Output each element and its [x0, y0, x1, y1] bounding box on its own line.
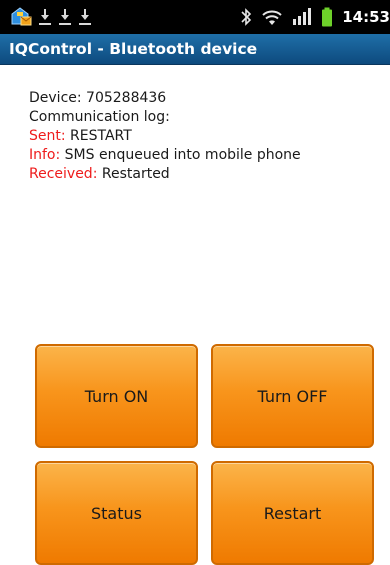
notification-area — [8, 4, 92, 30]
log-entry-label: Sent: — [29, 128, 66, 144]
download-icon[interactable] — [78, 8, 92, 26]
battery-icon — [321, 7, 333, 27]
system-tray: 14:53 — [240, 4, 390, 30]
download-icon[interactable] — [58, 8, 72, 26]
log-entry-label: Info: — [29, 147, 61, 163]
turn-on-button[interactable]: Turn ON — [35, 344, 198, 448]
status-bar: 14:53 — [0, 0, 390, 34]
clock-time: 14:53 — [342, 8, 390, 26]
log-entry-text: Restarted — [101, 166, 170, 182]
communication-log: Device: 705288436 Communication log: Sen… — [29, 89, 301, 184]
status-label: Status — [91, 503, 142, 523]
status-button[interactable]: Status — [35, 461, 198, 565]
restart-label: Restart — [263, 503, 322, 523]
log-entry-text: RESTART — [70, 128, 132, 144]
app-notification-icon[interactable] — [8, 6, 32, 28]
title-bar: IQControl - Bluetooth device — [0, 34, 390, 65]
log-entry-text: SMS enqueued into mobile phone — [64, 147, 301, 163]
turn-on-label: Turn ON — [84, 386, 149, 406]
restart-button[interactable]: Restart — [211, 461, 374, 565]
download-icon[interactable] — [38, 8, 52, 26]
app-title: IQControl - Bluetooth device — [9, 40, 258, 58]
comm-log-label: Communication log: — [29, 109, 170, 125]
log-entry-label: Received: — [29, 166, 98, 182]
log-entry-sent: Sent: RESTART — [29, 127, 301, 146]
log-entry-received: Received: Restarted — [29, 165, 301, 184]
device-line: Device: 705288436 — [29, 90, 167, 106]
signal-icon — [292, 7, 312, 27]
bluetooth-icon — [240, 7, 252, 27]
wifi-icon — [261, 7, 283, 27]
turn-off-label: Turn OFF — [257, 386, 328, 406]
log-entry-info: Info: SMS enqueued into mobile phone — [29, 146, 301, 165]
turn-off-button[interactable]: Turn OFF — [211, 344, 374, 448]
